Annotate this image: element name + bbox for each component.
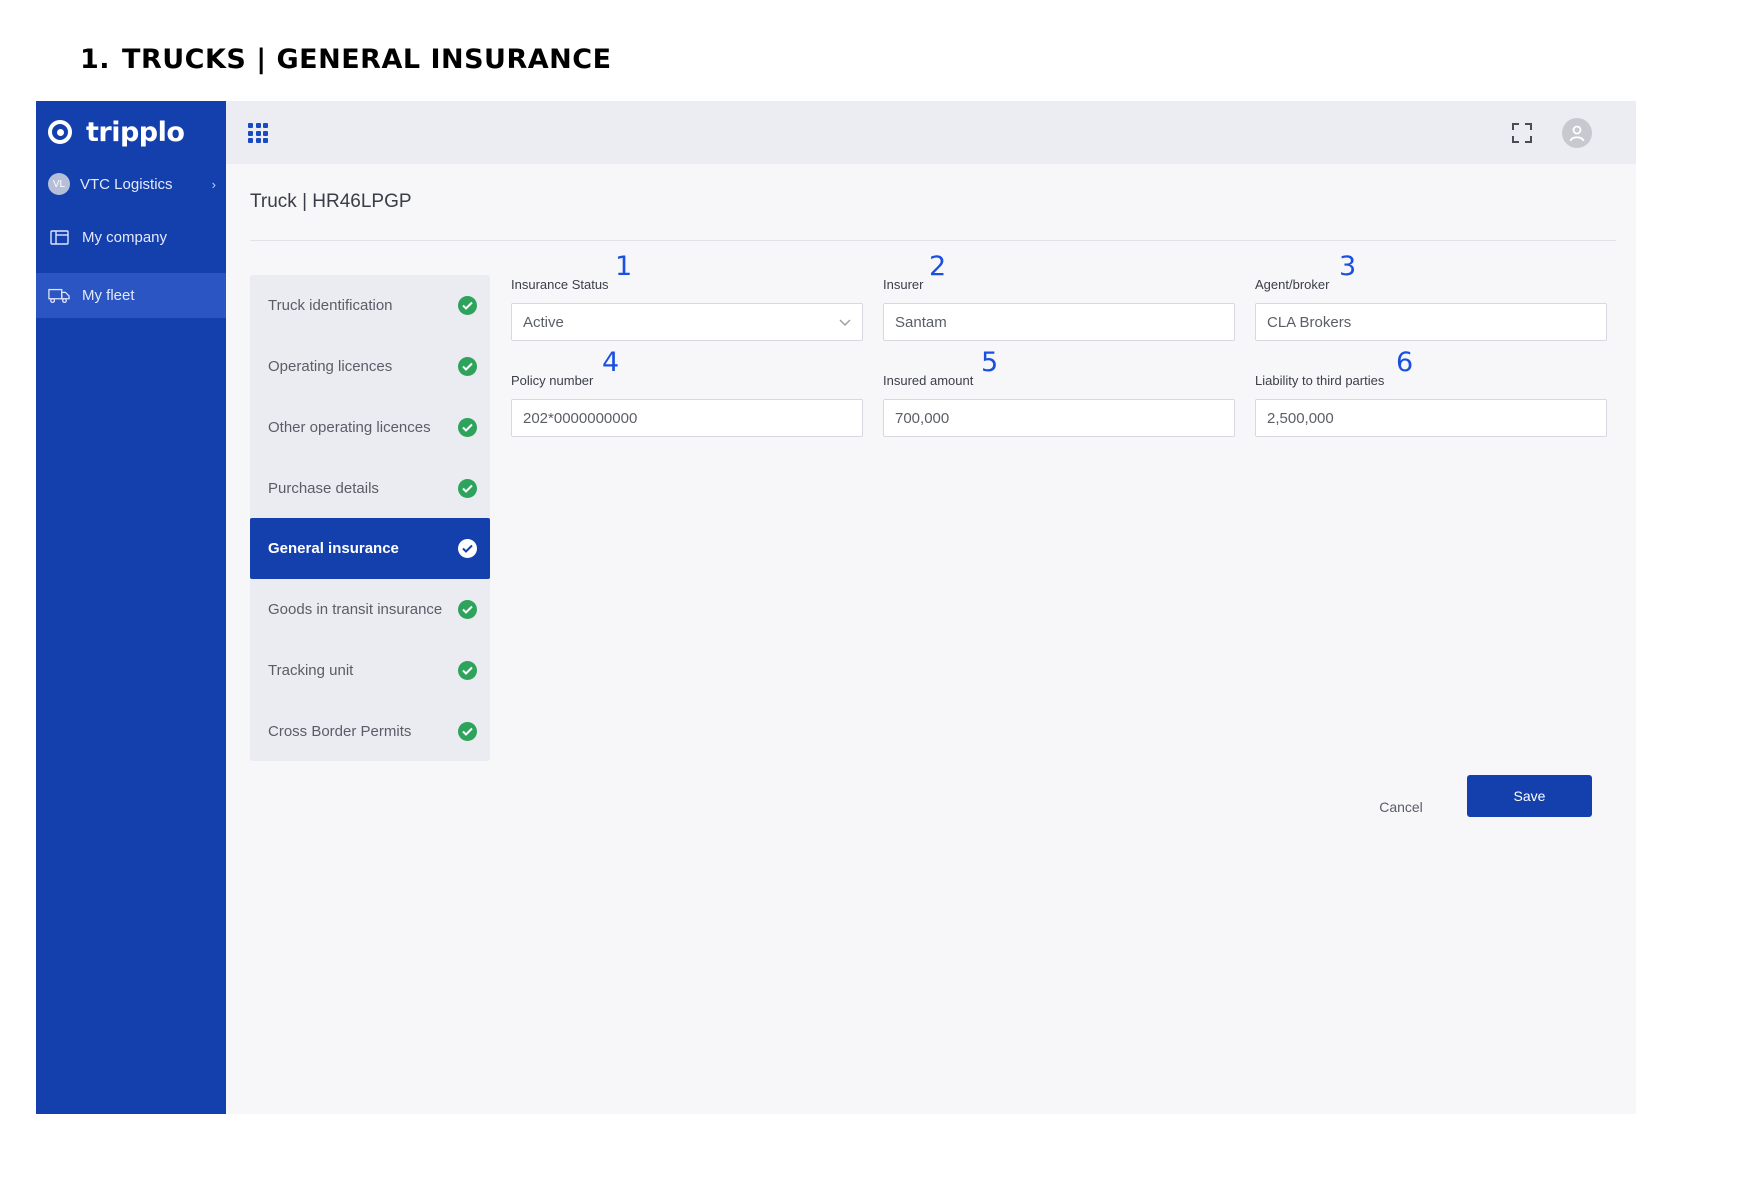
save-button[interactable]: Save	[1467, 775, 1592, 817]
divider	[250, 240, 1616, 241]
step-cross-border-permits[interactable]: Cross Border Permits	[250, 701, 490, 762]
annotation-marker-1: 1	[615, 251, 633, 282]
insured-amount-value: 700,000	[895, 409, 950, 427]
chevron-down-icon	[838, 315, 852, 329]
sidebar-item-my-company[interactable]: My company	[36, 215, 226, 260]
policy-number-input[interactable]: 202*0000000000	[511, 399, 863, 437]
sidebar-item-label: My company	[82, 229, 168, 246]
liability-label: Liability to third parties	[1255, 373, 1385, 388]
step-label: Tracking unit	[268, 662, 354, 679]
agent-broker-value: CLA Brokers	[1267, 313, 1352, 331]
insurer-label: Insurer	[883, 277, 924, 292]
step-other-operating-licences[interactable]: Other operating licences	[250, 397, 490, 458]
policy-number-value: 202*0000000000	[523, 409, 638, 427]
step-tracking-unit[interactable]: Tracking unit	[250, 640, 490, 701]
liability-input[interactable]: 2,500,000	[1255, 399, 1607, 437]
step-label: General insurance	[268, 540, 399, 557]
check-circle-icon	[458, 539, 477, 558]
insured-amount-input[interactable]: 700,000	[883, 399, 1235, 437]
step-purchase-details[interactable]: Purchase details	[250, 458, 490, 519]
step-general-insurance[interactable]: General insurance	[250, 518, 490, 579]
insurance-status-value: Active	[523, 313, 564, 331]
insurance-status-select[interactable]: Active	[511, 303, 863, 341]
top-bar	[226, 101, 1636, 164]
annotation-marker-4: 4	[602, 347, 620, 378]
check-circle-icon	[458, 296, 477, 315]
document-heading: 1. TRUCKS | GENERAL INSURANCE	[80, 44, 612, 75]
check-circle-icon	[458, 479, 477, 498]
step-goods-in-transit-insurance[interactable]: Goods in transit insurance	[250, 579, 490, 640]
check-circle-icon	[458, 722, 477, 741]
page-title: Truck | HR46LPGP	[250, 191, 412, 212]
sidebar-item-label: My fleet	[82, 287, 135, 304]
step-label: Goods in transit insurance	[268, 601, 443, 618]
truck-icon	[48, 287, 70, 305]
building-icon	[48, 229, 70, 247]
annotation-marker-3: 3	[1339, 251, 1357, 282]
org-switcher[interactable]: VL VTC Logistics ›	[48, 169, 216, 199]
check-circle-icon	[458, 600, 477, 619]
fullscreen-icon[interactable]	[1511, 122, 1533, 144]
insurer-value: Santam	[895, 313, 947, 331]
tripplo-logo-icon	[48, 120, 72, 144]
check-circle-icon	[458, 661, 477, 680]
heading-text: TRUCKS | GENERAL INSURANCE	[122, 44, 612, 75]
insurer-input[interactable]: Santam	[883, 303, 1235, 341]
org-avatar: VL	[48, 173, 70, 195]
org-name: VTC Logistics	[80, 175, 173, 193]
agent-broker-label: Agent/broker	[1255, 277, 1330, 292]
insurance-status-label: Insurance Status	[511, 277, 609, 292]
sidebar: tripplo VL VTC Logistics › My company My…	[36, 101, 226, 1114]
annotation-marker-5: 5	[981, 347, 999, 378]
policy-number-label: Policy number	[511, 373, 594, 388]
step-label: Other operating licences	[268, 419, 431, 436]
agent-broker-input[interactable]: CLA Brokers	[1255, 303, 1607, 341]
user-avatar-icon[interactable]	[1562, 118, 1592, 148]
step-label: Cross Border Permits	[268, 723, 412, 740]
sidebar-item-my-fleet[interactable]: My fleet	[36, 273, 226, 318]
step-operating-licences[interactable]: Operating licences	[250, 336, 490, 397]
heading-number: 1.	[80, 44, 111, 75]
step-label: Truck identification	[268, 297, 393, 314]
liability-value: 2,500,000	[1267, 409, 1334, 427]
step-label: Purchase details	[268, 480, 379, 497]
step-label: Operating licences	[268, 358, 393, 375]
steps-panel: Truck identification Operating licences …	[250, 275, 490, 761]
annotation-marker-6: 6	[1396, 347, 1414, 378]
insured-amount-label: Insured amount	[883, 373, 974, 388]
apps-grid-icon[interactable]	[248, 123, 268, 143]
cancel-button[interactable]: Cancel	[1361, 787, 1441, 827]
brand-name: tripplo	[86, 116, 185, 148]
annotation-marker-2: 2	[929, 251, 947, 282]
app-window: tripplo VL VTC Logistics › My company My…	[36, 101, 1636, 1114]
check-circle-icon	[458, 418, 477, 437]
step-truck-identification[interactable]: Truck identification	[250, 275, 490, 336]
chevron-right-icon: ›	[211, 176, 216, 192]
brand[interactable]: tripplo	[48, 115, 185, 149]
check-circle-icon	[458, 357, 477, 376]
